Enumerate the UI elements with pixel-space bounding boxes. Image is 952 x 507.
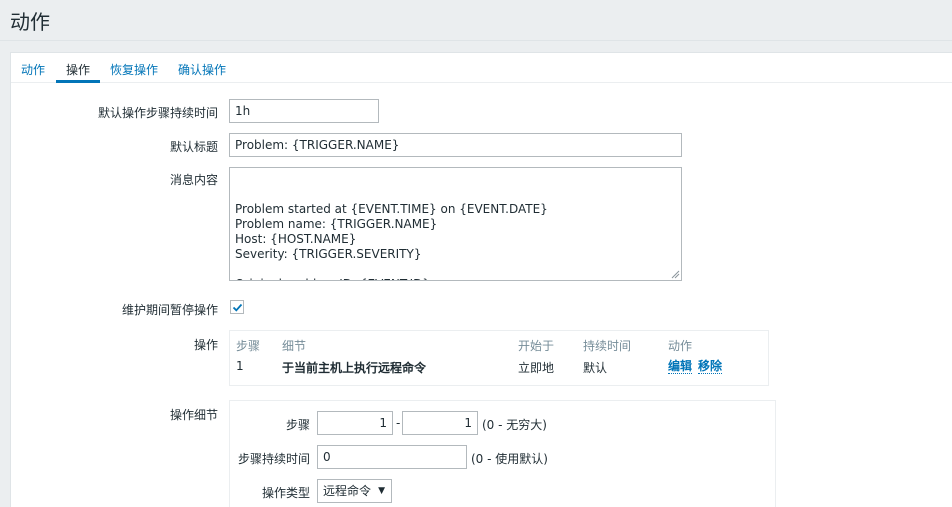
header-action: 动作 <box>668 339 693 353</box>
header-steps: 步骤 <box>236 339 261 353</box>
step-duration-label: 步骤持续时间 <box>237 452 310 466</box>
default-step-duration-input[interactable]: 1h <box>229 99 379 123</box>
chevron-down-icon: ▼ <box>378 486 385 496</box>
pause-maintenance-checkbox[interactable] <box>230 300 244 314</box>
default-step-duration-label: 默认操作步骤持续时间 <box>97 106 218 120</box>
remove-operation-link[interactable]: 移除 <box>698 359 723 374</box>
operation-type-value: 远程命令 <box>323 484 372 498</box>
row-step: 1 <box>236 359 244 373</box>
steps-label: 步骤 <box>285 418 310 432</box>
operation-details-label: 操作细节 <box>169 408 218 422</box>
default-message-text: Problem started at {EVENT.TIME} on {EVEN… <box>235 202 548 280</box>
pause-maintenance-label: 维护期间暂停操作 <box>121 303 218 317</box>
step-duration-hint: (0 - 使用默认) <box>471 452 548 466</box>
default-subject-label: 默认标题 <box>169 140 218 154</box>
tab-operations[interactable]: 操作 <box>66 61 90 78</box>
steps-to-input[interactable]: 1 <box>402 411 478 435</box>
tab-action[interactable]: 动作 <box>21 61 45 78</box>
row-duration: 默认 <box>583 361 608 375</box>
steps-hint: (0 - 无穷大) <box>482 418 547 432</box>
resize-grip-icon[interactable] <box>671 270 680 279</box>
checkmark-icon <box>232 303 243 312</box>
header-start-in: 开始于 <box>518 339 555 353</box>
tab-recovery-operations[interactable]: 恢复操作 <box>110 61 158 78</box>
step-duration-input[interactable]: 0 <box>317 445 467 469</box>
operation-details-box: 步骤 1 - 1 (0 - 无穷大) 步骤持续时间 0 (0 - 使用默认) 操… <box>229 400 776 507</box>
default-message-textarea[interactable]: Problem started at {EVENT.TIME} on {EVEN… <box>229 167 682 281</box>
operations-label: 操作 <box>193 338 218 352</box>
row-details: 于当前主机上执行远程命令 <box>282 361 427 375</box>
row-start-in: 立即地 <box>518 361 555 375</box>
header-details: 细节 <box>282 339 307 353</box>
main-panel: 动作 操作 恢复操作 确认操作 默认操作步骤持续时间 1h 默认标题 Probl… <box>10 52 952 507</box>
default-message-label: 消息内容 <box>169 173 218 187</box>
header-duration: 持续时间 <box>583 339 632 353</box>
steps-separator: - <box>396 416 401 430</box>
tab-acknowledgement-operations[interactable]: 确认操作 <box>178 61 226 78</box>
default-subject-input[interactable]: Problem: {TRIGGER.NAME} <box>229 133 682 157</box>
page-title: 动作 <box>10 10 50 34</box>
operation-type-select[interactable]: 远程命令 ▼ <box>317 479 392 503</box>
header-divider <box>0 40 952 41</box>
edit-operation-link[interactable]: 编辑 <box>668 359 693 374</box>
operations-table: 步骤 细节 开始于 持续时间 动作 1 于当前主机上执行远程命令 立即地 默认 … <box>229 330 769 386</box>
tab-bar: 动作 操作 恢复操作 确认操作 <box>11 53 952 83</box>
operation-type-label: 操作类型 <box>261 486 310 500</box>
active-tab-indicator <box>56 80 100 83</box>
steps-from-input[interactable]: 1 <box>317 411 393 435</box>
